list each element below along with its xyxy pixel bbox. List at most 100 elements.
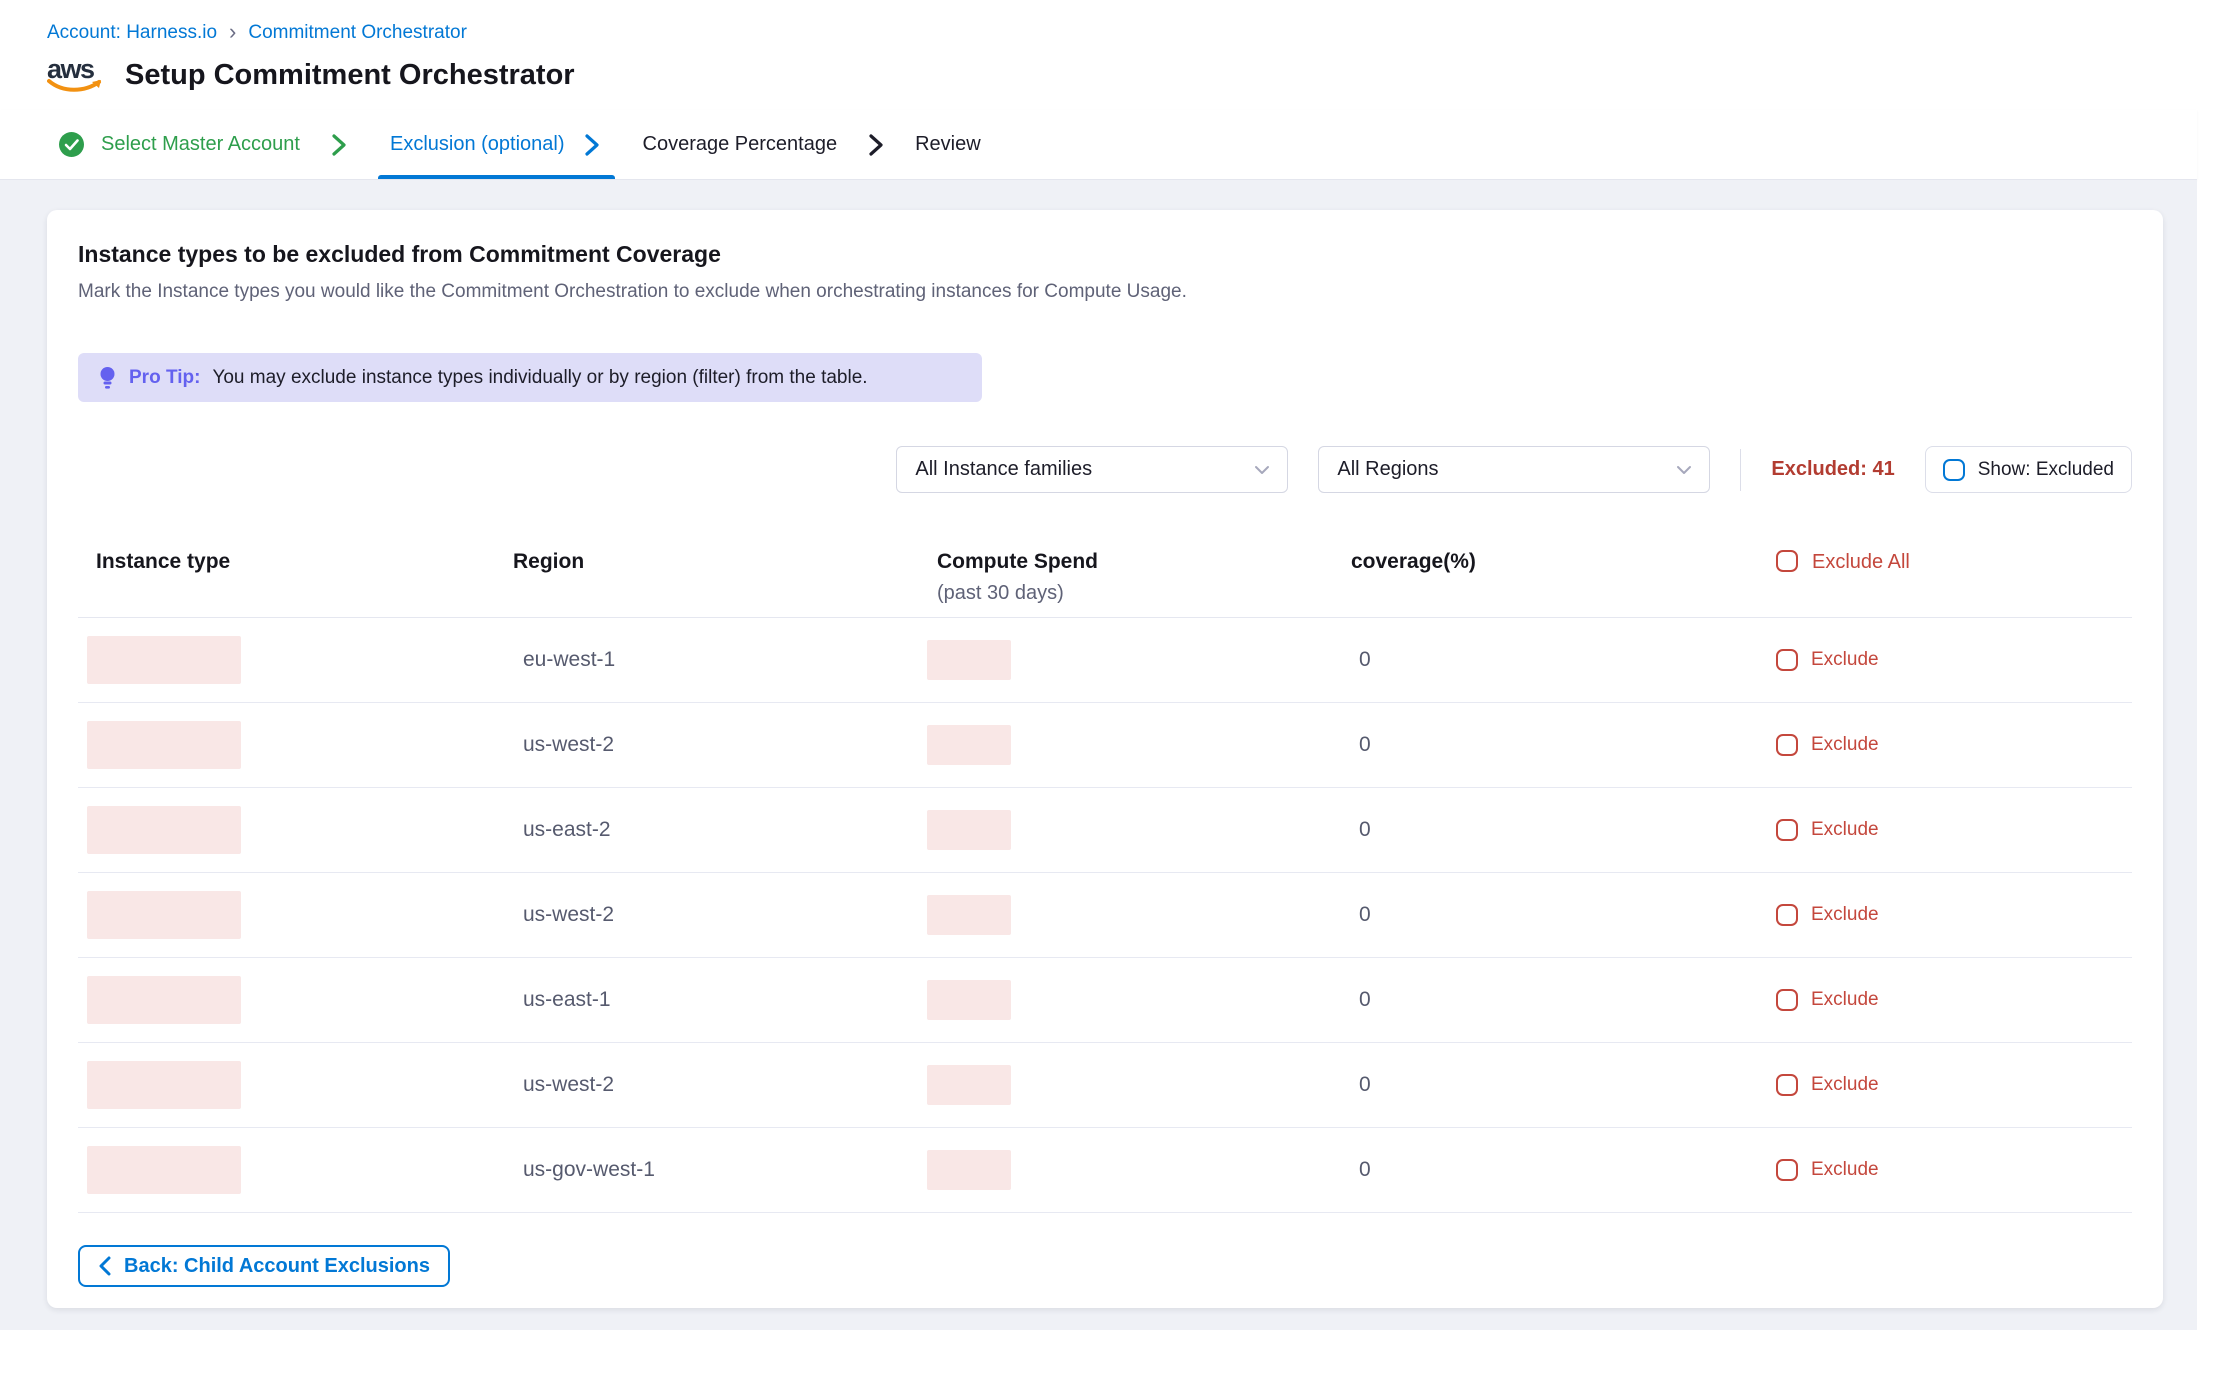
redacted-compute-spend [927,1065,1011,1105]
regions-dropdown[interactable]: All Regions [1318,446,1710,493]
exclude-cell: Exclude [1776,904,2132,926]
step-select-master-account[interactable]: Select Master Account [58,110,300,179]
instance-type-cell [78,1061,513,1109]
instance-type-cell [78,721,513,769]
wizard-stepper: Select Master Account Exclusion (optiona… [0,110,2197,180]
title-row: aws Setup Commitment Orchestrator [47,54,2197,110]
breadcrumb: Account: Harness.io › Commitment Orchest… [47,0,2197,44]
exclude-checkbox[interactable] [1776,819,1798,841]
exclude-checkbox[interactable] [1776,1074,1798,1096]
col-header-compute-spend-sub: (past 30 days) [937,582,1351,605]
redacted-compute-spend [927,895,1011,935]
coverage-value: 0 [1351,818,1371,841]
exclude-checkbox[interactable] [1776,1159,1798,1181]
instance-types-table: Instance type Region Compute Spend (past… [78,550,2132,1213]
lightbulb-icon [98,366,117,390]
compute-spend-cell [937,810,1351,850]
coverage-cell: 0 [1351,733,1776,757]
breadcrumb-page-link[interactable]: Commitment Orchestrator [248,22,467,44]
redacted-compute-spend [927,810,1011,850]
regions-value: All Regions [1337,458,1438,481]
compute-spend-cell [937,1065,1351,1105]
filter-divider [1740,449,1741,491]
step-chevron-icon [328,132,350,158]
redacted-instance-type [87,976,241,1024]
exclude-checkbox[interactable] [1776,734,1798,756]
exclude-cell: Exclude [1776,819,2132,841]
region-value: us-east-2 [513,818,611,841]
coverage-cell: 0 [1351,818,1776,842]
coverage-cell: 0 [1351,903,1776,927]
exclude-checkbox[interactable] [1776,989,1798,1011]
col-header-compute-spend: Compute Spend (past 30 days) [937,550,1351,605]
step-chevron-icon [581,132,603,158]
breadcrumb-account-link[interactable]: Account: Harness.io [47,22,217,44]
compute-spend-cell [937,725,1351,765]
redacted-compute-spend [927,725,1011,765]
instance-type-cell [78,636,513,684]
region-cell: us-east-1 [513,988,937,1012]
page-title: Setup Commitment Orchestrator [125,59,575,92]
table-body: eu-west-1 0 Exclude us-west-2 0 Exclude [78,618,2132,1213]
exclude-label: Exclude [1811,734,1879,756]
exclude-checkbox[interactable] [1776,649,1798,671]
show-excluded-toggle[interactable]: Show: Excluded [1925,446,2132,493]
show-excluded-checkbox[interactable] [1943,459,1965,481]
exclude-cell: Exclude [1776,734,2132,756]
app-viewport: Account: Harness.io › Commitment Orchest… [0,0,2197,1330]
step-coverage-percentage[interactable]: Coverage Percentage [643,110,838,179]
pro-tip-label: Pro Tip: [129,367,200,389]
coverage-value: 0 [1351,1073,1371,1096]
exclude-cell: Exclude [1776,989,2132,1011]
coverage-cell: 0 [1351,1073,1776,1097]
coverage-value: 0 [1351,1158,1371,1181]
aws-swoosh-icon [47,78,103,96]
table-header-row: Instance type Region Compute Spend (past… [78,550,2132,618]
table-row: us-west-2 0 Exclude [78,1043,2132,1128]
region-cell: us-west-2 [513,903,937,927]
instance-families-value: All Instance families [915,458,1092,481]
instance-families-dropdown[interactable]: All Instance families [896,446,1288,493]
coverage-value: 0 [1351,733,1371,756]
chevron-down-icon [1675,464,1693,476]
redacted-compute-spend [927,640,1011,680]
aws-logo-icon: aws [47,54,103,96]
exclude-label: Exclude [1811,904,1879,926]
exclude-checkbox[interactable] [1776,904,1798,926]
compute-spend-cell [937,1150,1351,1190]
pro-tip-banner: Pro Tip: You may exclude instance types … [78,353,982,402]
panel-heading: Instance types to be excluded from Commi… [78,210,2132,268]
exclude-label: Exclude [1811,989,1879,1011]
coverage-value: 0 [1351,988,1371,1011]
step-exclusion[interactable]: Exclusion (optional) [378,110,615,179]
exclude-all-checkbox[interactable] [1776,550,1798,572]
redacted-instance-type [87,1061,241,1109]
region-cell: us-gov-west-1 [513,1158,937,1182]
exclude-cell: Exclude [1776,649,2132,671]
step-review[interactable]: Review [915,110,981,179]
table-row: us-east-1 0 Exclude [78,958,2132,1043]
region-cell: eu-west-1 [513,648,937,672]
redacted-instance-type [87,1146,241,1194]
table-row: us-east-2 0 Exclude [78,788,2132,873]
compute-spend-cell [937,895,1351,935]
coverage-value: 0 [1351,903,1371,926]
table-row: us-west-2 0 Exclude [78,873,2132,958]
panel-subheading: Mark the Instance types you would like t… [78,280,2132,303]
exclusion-panel: Instance types to be excluded from Commi… [47,210,2163,1308]
table-row: us-gov-west-1 0 Exclude [78,1128,2132,1213]
pro-tip-text: You may exclude instance types individua… [212,367,867,389]
region-value: us-west-2 [513,733,614,756]
back-button[interactable]: Back: Child Account Exclusions [78,1245,450,1287]
instance-type-cell [78,891,513,939]
exclude-label: Exclude [1811,1074,1879,1096]
exclude-cell: Exclude [1776,1159,2132,1181]
redacted-instance-type [87,721,241,769]
region-cell: us-west-2 [513,1073,937,1097]
region-value: eu-west-1 [513,648,615,671]
step-label: Select Master Account [101,133,300,156]
redacted-instance-type [87,891,241,939]
instance-type-cell [78,976,513,1024]
redacted-instance-type [87,636,241,684]
exclude-label: Exclude [1811,649,1879,671]
